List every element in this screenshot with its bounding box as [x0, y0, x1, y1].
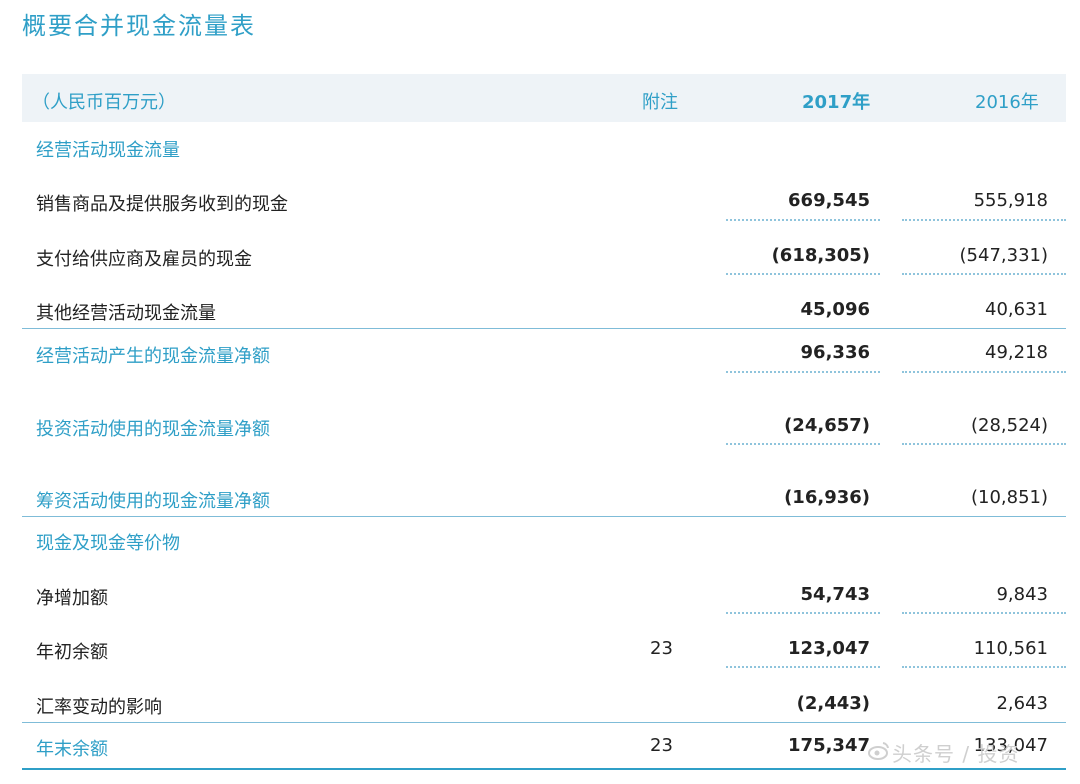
value-2017: 669,545 — [788, 190, 870, 211]
table-row: 汇率变动的影响 (2,443) 2,643 — [0, 693, 1080, 723]
table-row: 净增加额 54,743 9,843 — [0, 584, 1080, 614]
value-2017: 175,347 — [788, 735, 870, 756]
dotted-separator — [902, 371, 1066, 373]
value-2016: 49,218 — [985, 342, 1048, 363]
table-row: 支付给供应商及雇员的现金 (618,305) (547,331) — [0, 245, 1080, 275]
value-2016: 9,843 — [996, 584, 1048, 605]
dotted-separator — [902, 273, 1066, 275]
table-row: 投资活动使用的现金流量净额 (24,657) (28,524) — [0, 415, 1080, 445]
row-label: 筹资活动使用的现金流量净额 — [36, 491, 270, 512]
row-label: 净增加额 — [36, 588, 108, 609]
year-2016-header: 2016年 — [975, 92, 1039, 113]
table-row: 年初余额 23 123,047 110,561 — [0, 638, 1080, 668]
section-label: 现金及现金等价物 — [36, 533, 180, 554]
table-header — [22, 74, 1066, 122]
row-note: 23 — [650, 735, 673, 756]
section-heading: 经营活动现金流量 — [0, 136, 1080, 166]
table-row: 销售商品及提供服务收到的现金 669,545 555,918 — [0, 190, 1080, 220]
value-2016: 110,561 — [973, 638, 1048, 659]
dotted-separator — [726, 219, 880, 221]
row-label: 年末余额 — [36, 739, 108, 760]
section-label: 经营活动现金流量 — [36, 140, 180, 161]
value-2017: 45,096 — [800, 299, 870, 320]
dotted-separator — [902, 443, 1066, 445]
divider — [22, 722, 1066, 723]
value-2017: (16,936) — [784, 487, 870, 508]
divider — [22, 328, 1066, 329]
dotted-separator — [726, 443, 880, 445]
table-row: 其他经营活动现金流量 45,096 40,631 — [0, 299, 1080, 329]
section-heading: 现金及现金等价物 — [0, 529, 1080, 559]
unit-header: （人民币百万元） — [32, 92, 176, 113]
dotted-separator — [902, 219, 1066, 221]
value-2016: 2,643 — [996, 693, 1048, 714]
value-2017: 96,336 — [800, 342, 870, 363]
dotted-separator — [726, 612, 880, 614]
value-2016: 40,631 — [985, 299, 1048, 320]
row-label: 销售商品及提供服务收到的现金 — [36, 194, 288, 215]
row-label: 支付给供应商及雇员的现金 — [36, 249, 252, 270]
value-2017: (24,657) — [784, 415, 870, 436]
dotted-separator — [902, 666, 1066, 668]
row-note: 23 — [650, 638, 673, 659]
bottom-rule — [22, 768, 1066, 770]
divider — [22, 516, 1066, 517]
note-column-header: 附注 — [642, 92, 678, 113]
year-2017-header: 2017年 — [802, 92, 871, 113]
row-label: 经营活动产生的现金流量净额 — [36, 346, 270, 367]
row-label: 其他经营活动现金流量 — [36, 303, 216, 324]
row-label: 投资活动使用的现金流量净额 — [36, 419, 270, 440]
table-row: 筹资活动使用的现金流量净额 (16,936) (10,851) — [0, 487, 1080, 517]
dotted-separator — [726, 371, 880, 373]
value-2016: (547,331) — [959, 245, 1048, 266]
value-2017: 54,743 — [800, 584, 870, 605]
weibo-icon — [868, 742, 889, 760]
dotted-separator — [726, 666, 880, 668]
watermark: 头条号 / 投资 — [892, 742, 1020, 766]
table-row: 经营活动产生的现金流量净额 96,336 49,218 — [0, 342, 1080, 372]
dotted-separator — [726, 273, 880, 275]
page-title: 概要合并现金流量表 — [22, 12, 256, 40]
row-label: 汇率变动的影响 — [36, 697, 162, 718]
value-2017: (2,443) — [796, 693, 870, 714]
value-2016: (28,524) — [970, 415, 1048, 436]
row-label: 年初余额 — [36, 642, 108, 663]
value-2017: 123,047 — [788, 638, 870, 659]
dotted-separator — [902, 612, 1066, 614]
value-2016: 555,918 — [973, 190, 1048, 211]
value-2016: (10,851) — [970, 487, 1048, 508]
value-2017: (618,305) — [771, 245, 870, 266]
